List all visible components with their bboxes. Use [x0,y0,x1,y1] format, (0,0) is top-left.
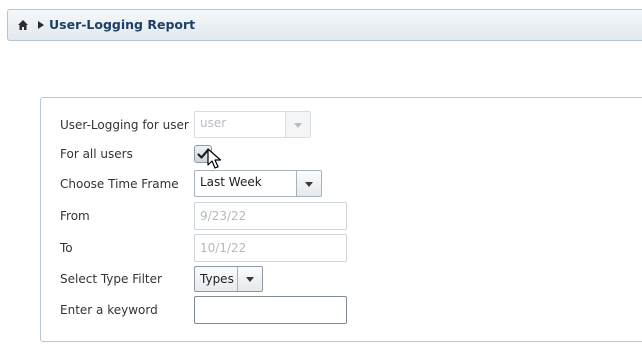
user-dropdown-button[interactable] [285,112,310,137]
user-label: User-Logging for user [60,118,189,132]
type-filter-value: Types [200,272,234,286]
user-combobox[interactable]: user [194,111,311,138]
user-combobox-value: user [200,116,227,130]
type-filter-label: Select Type Filter [60,272,162,286]
from-date-value: 9/23/22 [200,209,247,223]
breadcrumb: User-Logging Report [7,9,642,41]
keyword-label: Enter a keyword [60,303,158,317]
all-users-label: For all users [60,147,133,161]
chevron-down-icon [294,122,302,128]
chevron-down-icon [246,277,254,282]
home-icon[interactable] [17,19,29,31]
time-frame-dropdown-button[interactable] [296,171,321,196]
type-filter-button[interactable]: Types [194,266,263,292]
type-filter-dropdown-button[interactable] [237,267,262,291]
time-frame-value: Last Week [200,175,262,189]
from-label: From [60,209,90,223]
mouse-cursor-icon [207,148,222,169]
keyword-input[interactable] [194,296,347,324]
triangle-right-icon [38,21,44,29]
chevron-down-icon [305,181,313,187]
page-title: User-Logging Report [49,17,196,32]
to-date-value: 10/1/22 [200,241,247,255]
to-label: To [60,241,73,255]
from-date-field[interactable]: 9/23/22 [194,202,347,230]
to-date-field[interactable]: 10/1/22 [194,234,347,262]
time-frame-label: Choose Time Frame [60,177,179,191]
time-frame-combobox[interactable]: Last Week [194,170,322,197]
